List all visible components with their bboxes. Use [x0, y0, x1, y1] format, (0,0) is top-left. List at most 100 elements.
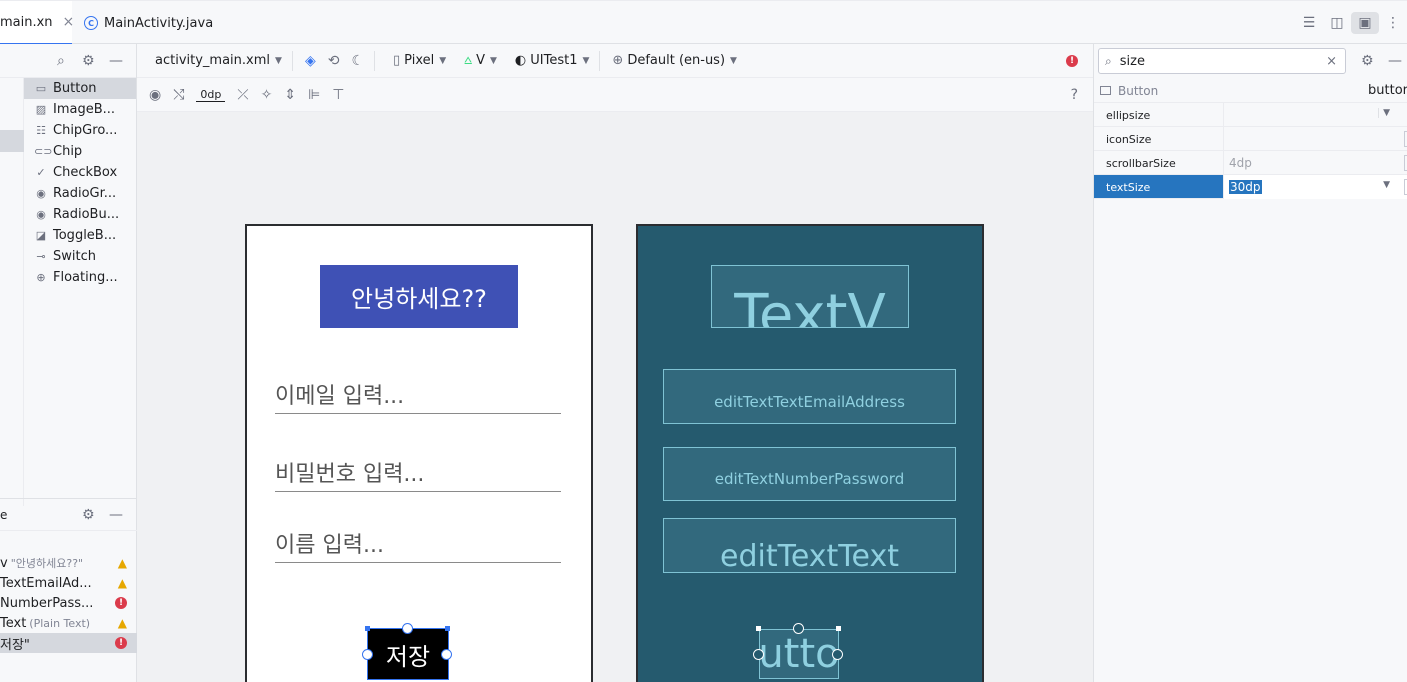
code-view-icon[interactable]: ☰ — [1295, 15, 1323, 31]
component-id[interactable]: buttor — [1368, 83, 1407, 98]
align-icon[interactable]: ⊫ — [308, 87, 320, 103]
corner-handle[interactable] — [836, 626, 841, 631]
guidelines-icon[interactable]: ⊤ — [332, 87, 344, 103]
tree-row-password[interactable]: NumberPass... ! — [0, 593, 137, 613]
palette-item-checkbox[interactable]: ✓ CheckBox — [24, 162, 136, 183]
split-view-icon[interactable]: ◫ — [1323, 15, 1351, 31]
attr-row-scrollbarsize[interactable]: scrollbarSize 4dp — [1094, 151, 1407, 175]
blueprint-email[interactable]: editTextTextEmailAddress — [663, 369, 956, 424]
blueprint-surface[interactable]: TextV editTextTextEmailAddress editTextN… — [636, 224, 984, 682]
tree-row-plaintext[interactable]: Text (Plain Text) ▲ — [0, 613, 137, 633]
attr-row-ellipsize[interactable]: ellipsize ▼ — [1094, 103, 1407, 127]
design-view-icon[interactable]: ▣ — [1351, 12, 1379, 34]
warning-icon[interactable]: ▲ — [118, 556, 127, 570]
close-icon[interactable]: × — [63, 14, 75, 30]
more-options-icon[interactable]: ⋮ — [1379, 15, 1407, 31]
constraint-toolbar: ◉ ⤭ 0dp ⤫ ✧ ⇕ ⊫ ⊤ ? — [137, 78, 1093, 112]
resize-handle[interactable] — [362, 649, 373, 660]
infer-constraints-icon[interactable]: ✧ — [261, 87, 273, 103]
attr-row-iconsize[interactable]: iconSize — [1094, 127, 1407, 151]
image-button-icon: ▨ — [35, 103, 47, 116]
minimize-icon[interactable]: — — [109, 507, 123, 523]
help-icon[interactable]: ? — [1071, 87, 1078, 103]
corner-handle[interactable] — [756, 626, 761, 631]
toggle-button-icon: ◪ — [35, 229, 47, 242]
warning-icon[interactable]: ▲ — [118, 616, 127, 630]
palette-item-chip-group[interactable]: ☷ ChipGro... — [24, 120, 136, 141]
name-field[interactable]: 이름 입력... — [275, 527, 561, 563]
error-icon[interactable]: ! — [115, 597, 127, 609]
autoconnect-icon[interactable]: ⤭ — [173, 87, 184, 103]
tab-main-activity[interactable]: C MainActivity.java — [84, 1, 213, 45]
locale-selector[interactable]: ⊕ Default (en-us) ▼ — [612, 53, 737, 68]
resize-handle[interactable] — [832, 649, 843, 660]
resize-handle[interactable] — [793, 623, 804, 634]
palette-item-chip[interactable]: ⊂⊃ Chip — [24, 141, 136, 162]
palette-item-toggle-button[interactable]: ◪ ToggleB... — [24, 225, 136, 246]
attr-value[interactable]: 4dp — [1223, 151, 1407, 175]
component-type: Button — [1118, 83, 1159, 98]
palette-item-floating[interactable]: ⊕ Floating... — [24, 267, 136, 288]
palette-item-image-button[interactable]: ▨ ImageB... — [24, 99, 136, 120]
text-size-input[interactable]: 30dp — [1229, 180, 1262, 194]
layers-icon[interactable]: ◈ — [305, 53, 316, 69]
palette-item-switch[interactable]: ⊸ Switch — [24, 246, 136, 267]
resize-handle[interactable] — [753, 649, 764, 660]
search-input[interactable]: size — [1120, 54, 1145, 69]
error-icon[interactable]: ! — [115, 637, 127, 649]
design-canvas[interactable]: 안녕하세요?? 이메일 입력... 비밀번호 입력... 이름 입력... 저장… — [137, 112, 1093, 682]
blueprint-textview[interactable]: TextV — [711, 265, 909, 328]
error-icon[interactable]: ! — [1066, 55, 1078, 67]
gear-icon[interactable]: ⚙ — [1361, 53, 1374, 69]
minimize-icon[interactable]: — — [1388, 53, 1402, 69]
email-field[interactable]: 이메일 입력... — [275, 378, 561, 414]
resize-handle[interactable] — [441, 649, 452, 660]
chevron-down-icon[interactable]: ▼ — [1383, 180, 1390, 190]
clear-icon[interactable]: × — [1326, 54, 1337, 69]
gear-icon[interactable]: ⚙ — [82, 53, 95, 69]
java-class-icon: C — [84, 16, 98, 30]
chevron-down-icon: ▼ — [439, 55, 447, 66]
corner-handle[interactable] — [365, 626, 370, 631]
password-field[interactable]: 비밀번호 입력... — [275, 456, 561, 492]
radio-button-icon: ◉ — [36, 208, 46, 221]
gear-icon[interactable]: ⚙ — [82, 507, 95, 523]
button-icon: ▭ — [35, 82, 47, 95]
clear-constraints-icon[interactable]: ⤫ — [237, 87, 248, 103]
blueprint-button[interactable]: utto — [759, 629, 839, 679]
blueprint-text[interactable]: editTextText — [663, 518, 956, 573]
tree-row-email[interactable]: TextEmailAd... ▲ — [0, 573, 137, 593]
palette-item-radio-group[interactable]: ◉ RadioGr... — [24, 183, 136, 204]
palette-item-radio-button[interactable]: ◉ RadioBu... — [24, 204, 136, 225]
tree-row-textview[interactable]: v "안녕하세요??" ▲ — [0, 553, 137, 573]
attribute-search[interactable]: ⌕ size × — [1098, 48, 1346, 74]
orientation-icon[interactable]: ⟲ — [328, 53, 340, 69]
minimize-icon[interactable]: — — [109, 53, 123, 69]
attr-value[interactable]: 30dp — [1223, 175, 1407, 199]
eye-icon[interactable]: ◉ — [149, 87, 161, 103]
night-mode-icon[interactable]: ☾ — [351, 53, 364, 69]
save-button[interactable]: 저장 — [367, 628, 449, 680]
device-selector[interactable]: ▯ Pixel ▼ — [393, 53, 446, 68]
default-margin[interactable]: 0dp — [196, 88, 226, 102]
file-selector[interactable]: activity_main.xml ▼ — [155, 53, 282, 68]
search-icon[interactable]: ⌕ — [57, 53, 65, 69]
pack-icon[interactable]: ⇕ — [284, 87, 296, 103]
theme-selector[interactable]: ◐ UITest1 ▼ — [515, 53, 590, 68]
palette-category-selected[interactable] — [0, 130, 24, 152]
attr-value[interactable] — [1223, 127, 1407, 151]
api-selector[interactable]: ⩟ V ▼ — [464, 53, 497, 68]
greeting-textview[interactable]: 안녕하세요?? — [320, 265, 518, 328]
chevron-down-icon[interactable]: ▼ — [1378, 108, 1390, 118]
component-tree: e ⚙ — v "안녕하세요??" ▲ TextEmailAd... ▲ Numb… — [0, 498, 137, 682]
tab-activity-main[interactable]: main.xn × — [0, 1, 75, 45]
radio-group-icon: ◉ — [36, 187, 46, 200]
blueprint-password[interactable]: editTextNumberPassword — [663, 447, 956, 501]
resize-handle[interactable] — [402, 623, 413, 634]
tree-row-button[interactable]: 저장" ! — [0, 633, 137, 653]
palette-item-button[interactable]: ▭ Button — [24, 78, 136, 99]
design-surface[interactable]: 안녕하세요?? 이메일 입력... 비밀번호 입력... 이름 입력... 저장 — [245, 224, 593, 682]
warning-icon[interactable]: ▲ — [118, 576, 127, 590]
attr-row-textsize[interactable]: textSize 30dp ▼ — [1094, 175, 1407, 199]
corner-handle[interactable] — [445, 626, 450, 631]
